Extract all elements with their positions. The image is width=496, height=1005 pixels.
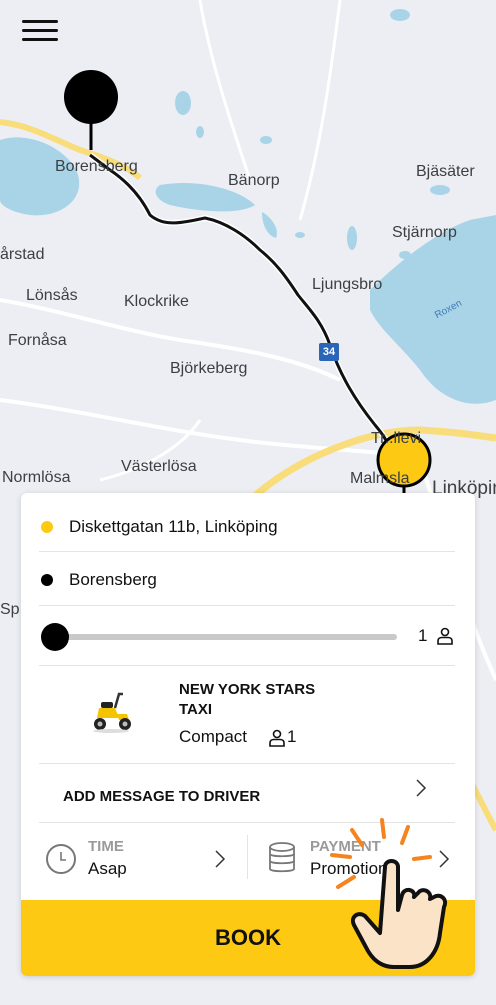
vehicle-class: Compact <box>179 727 248 746</box>
time-value: Asap <box>88 859 127 878</box>
dropoff-row[interactable]: Borensberg <box>21 552 475 604</box>
map-label-vasterlosa: Västerlösa <box>121 458 197 475</box>
person-icon <box>437 627 453 645</box>
passenger-count: 1 <box>418 626 428 645</box>
map-label-klockrike: Klockrike <box>124 293 189 310</box>
chevron-right-icon <box>215 850 226 868</box>
passenger-slider-track[interactable] <box>55 634 397 640</box>
divider <box>39 605 455 606</box>
map-label-arstad: årstad <box>0 246 45 263</box>
map-label-lonsas: Lönsås <box>26 287 78 304</box>
dropoff-address: Borensberg <box>69 570 157 589</box>
map-label-malmsla: Malmsla <box>350 470 410 487</box>
hamburger-menu-icon[interactable] <box>22 20 58 48</box>
map-label-normlosa: Normlösa <box>2 469 71 486</box>
clock-icon <box>46 844 76 874</box>
menu-line <box>22 38 58 41</box>
chevron-right-icon <box>416 779 427 797</box>
map-label-tallevi: Tr..llevi <box>371 430 422 447</box>
person-icon <box>269 729 285 747</box>
map-label-bjasater: Bjäsäter <box>416 163 475 180</box>
vehicle-name: NEW YORK STARS TAXI <box>179 681 316 718</box>
vehicle-seat-count: 1 <box>287 727 297 746</box>
road-number-shield: 34 <box>319 343 339 361</box>
pickup-address: Diskettgatan 11b, Linköping <box>69 517 278 536</box>
yellow-scooter-icon <box>93 692 131 733</box>
time-selector[interactable]: TIME Asap <box>21 823 247 893</box>
coin-stack-icon <box>269 842 295 873</box>
map-label-fornasa: Fornåsa <box>8 332 67 349</box>
pickup-dot-icon <box>41 521 53 533</box>
add-message-label: ADD MESSAGE TO DRIVER <box>63 788 261 805</box>
map-label-banorp: Bänorp <box>228 172 280 189</box>
pickup-row[interactable]: Diskettgatan 11b, Linköping <box>21 493 475 551</box>
map-label-ljungsbro: Ljungsbro <box>312 276 383 293</box>
add-message-row[interactable]: ADD MESSAGE TO DRIVER <box>21 764 475 822</box>
map-label-borensberg: Borensberg <box>55 158 138 175</box>
menu-line <box>22 29 58 32</box>
dropoff-dot-icon <box>41 574 53 586</box>
menu-line <box>22 20 58 23</box>
map-label-stjarnorp: Stjärnorp <box>392 224 457 241</box>
time-label: TIME <box>88 838 124 855</box>
passenger-slider-thumb[interactable] <box>41 623 69 651</box>
map-label-bjorkeberg: Björkeberg <box>170 360 248 377</box>
tap-hand-icon <box>330 818 447 969</box>
map-label-sp: Sp <box>0 601 20 618</box>
